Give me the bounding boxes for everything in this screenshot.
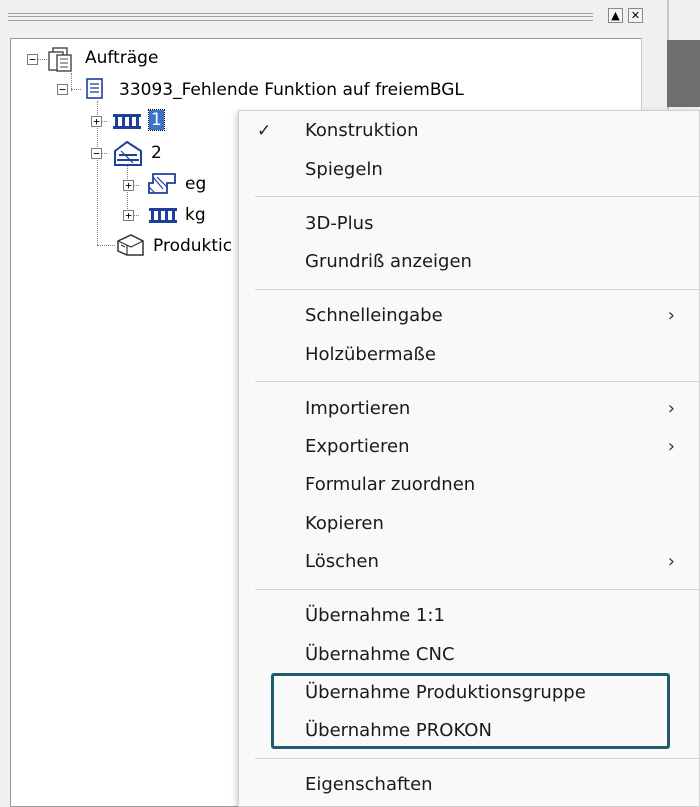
menu-item-loeschen[interactable]: Löschen bbox=[305, 550, 379, 574]
selected-label: 1 bbox=[148, 109, 165, 131]
menu-item-importieren[interactable]: Importieren bbox=[305, 397, 410, 421]
drag-grip[interactable] bbox=[8, 13, 593, 21]
tree-node-order[interactable]: 33093_Fehlende Funktion auf freiemBGL bbox=[119, 79, 464, 101]
collapse-toggle[interactable]: − bbox=[27, 54, 38, 65]
tree-node-1[interactable]: 1 bbox=[148, 109, 165, 131]
chevron-right-icon: › bbox=[667, 398, 675, 419]
restore-button[interactable]: ▲ bbox=[608, 8, 623, 23]
menu-separator bbox=[255, 758, 699, 759]
menu-item-spiegeln[interactable]: Spiegeln bbox=[305, 158, 383, 182]
tree-node-kg[interactable]: kg bbox=[185, 204, 206, 226]
chevron-right-icon: › bbox=[667, 436, 675, 457]
document-icon bbox=[86, 78, 103, 99]
menu-item-formular-zuordnen[interactable]: Formular zuordnen bbox=[305, 473, 475, 497]
close-button[interactable]: ✕ bbox=[628, 8, 643, 23]
expand-toggle[interactable]: + bbox=[91, 116, 102, 127]
menu-item-uebernahme-cnc[interactable]: Übernahme CNC bbox=[305, 643, 455, 667]
tree-line bbox=[97, 245, 115, 246]
menu-separator bbox=[255, 289, 699, 290]
production-icon bbox=[117, 234, 144, 256]
menu-item-grundriss-anzeigen[interactable]: Grundriß anzeigen bbox=[305, 250, 472, 274]
tree-line bbox=[71, 89, 81, 90]
menu-item-uebernahme-1-1[interactable]: Übernahme 1:1 bbox=[305, 604, 445, 628]
menu-item-kopieren[interactable]: Kopieren bbox=[305, 512, 384, 536]
expand-toggle[interactable]: + bbox=[123, 210, 134, 221]
menu-separator bbox=[255, 196, 699, 197]
menu-item-holzuebermasse[interactable]: Holzübermaße bbox=[305, 343, 436, 367]
tree-node-production[interactable]: Produktic bbox=[153, 235, 232, 257]
orders-folder-icon bbox=[48, 47, 72, 72]
scrollbar-thumb[interactable] bbox=[667, 40, 700, 107]
floor-plan-icon bbox=[148, 173, 176, 194]
check-icon: ✓ bbox=[257, 121, 272, 141]
collapse-toggle[interactable]: − bbox=[57, 84, 68, 95]
menu-separator bbox=[255, 381, 699, 382]
expand-toggle[interactable]: + bbox=[123, 180, 134, 191]
menu-item-konstruktion[interactable]: Konstruktion bbox=[305, 119, 418, 143]
panel-titlebar: ▲ ✕ bbox=[0, 0, 655, 32]
wall-element-icon bbox=[113, 114, 141, 129]
collapse-toggle[interactable]: − bbox=[91, 148, 102, 159]
tree-node-eg[interactable]: eg bbox=[185, 173, 206, 195]
menu-item-schnelleingabe[interactable]: Schnelleingabe bbox=[305, 304, 443, 328]
chevron-right-icon: › bbox=[667, 551, 675, 572]
menu-item-3d-plus[interactable]: 3D-Plus bbox=[305, 212, 373, 236]
menu-item-exportieren[interactable]: Exportieren bbox=[305, 435, 409, 459]
chevron-right-icon: › bbox=[667, 305, 675, 326]
tree-node-2[interactable]: 2 bbox=[151, 142, 162, 164]
menu-separator bbox=[255, 589, 699, 590]
building-icon bbox=[114, 140, 142, 166]
tree-node-auftraege[interactable]: Aufträge bbox=[85, 47, 158, 69]
menu-item-eigenschaften[interactable]: Eigenschaften bbox=[305, 773, 433, 797]
wall-element-icon bbox=[149, 208, 177, 223]
highlight-box bbox=[271, 673, 670, 749]
